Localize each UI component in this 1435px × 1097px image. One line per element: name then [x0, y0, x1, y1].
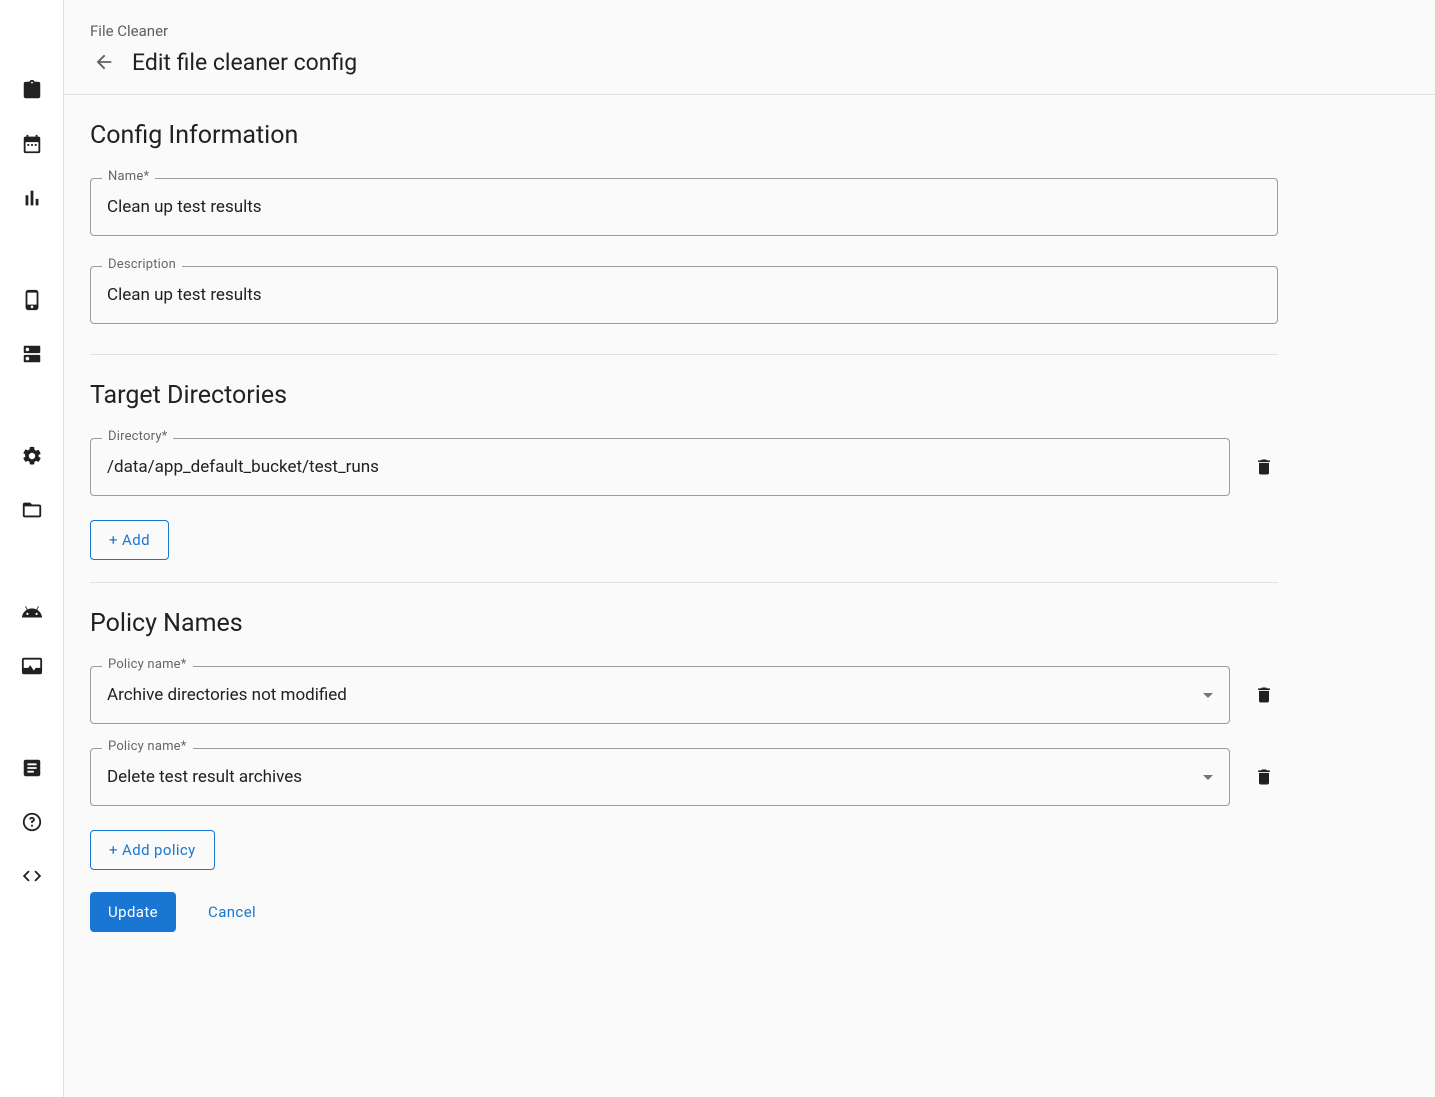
- phone-icon[interactable]: [12, 280, 52, 320]
- policy-field: Policy name* Archive directories not mod…: [90, 666, 1230, 724]
- page-title: Edit file cleaner config: [132, 49, 357, 76]
- delete-directory-icon[interactable]: [1250, 453, 1278, 481]
- monitor-heart-icon[interactable]: [12, 646, 52, 686]
- directory-field: Directory*: [90, 438, 1230, 496]
- gear-icon[interactable]: [12, 436, 52, 476]
- section-policy-names-title: Policy Names: [90, 609, 1278, 638]
- calendar-icon[interactable]: [12, 124, 52, 164]
- divider: [90, 354, 1278, 355]
- note-icon[interactable]: [12, 748, 52, 788]
- dns-icon[interactable]: [12, 334, 52, 374]
- divider: [90, 582, 1278, 583]
- chevron-down-icon: [1203, 693, 1213, 698]
- update-button[interactable]: Update: [90, 892, 176, 932]
- directory-row: Directory*: [90, 438, 1278, 496]
- policy-select[interactable]: Archive directories not modified: [90, 666, 1230, 724]
- android-icon[interactable]: [12, 592, 52, 632]
- breadcrumb: File Cleaner: [90, 22, 1409, 40]
- policy-select[interactable]: Delete test result archives: [90, 748, 1230, 806]
- help-icon[interactable]: [12, 802, 52, 842]
- delete-policy-icon[interactable]: [1250, 763, 1278, 791]
- policy-row: Policy name* Delete test result archives: [90, 748, 1278, 806]
- section-config-info-title: Config Information: [90, 121, 1278, 150]
- clipboard-icon[interactable]: [12, 70, 52, 110]
- policy-select-value: Delete test result archives: [107, 767, 302, 787]
- policy-label: Policy name*: [102, 657, 193, 672]
- chevron-down-icon: [1203, 775, 1213, 780]
- code-icon[interactable]: [12, 856, 52, 896]
- add-policy-button[interactable]: + Add policy: [90, 830, 215, 870]
- cancel-button[interactable]: Cancel: [190, 892, 274, 932]
- page-header: File Cleaner Edit file cleaner config: [64, 0, 1435, 95]
- policy-label: Policy name*: [102, 739, 193, 754]
- description-field: Description: [90, 266, 1278, 324]
- back-arrow-icon[interactable]: [90, 48, 118, 76]
- name-input[interactable]: [90, 178, 1278, 236]
- directory-label: Directory*: [102, 429, 173, 444]
- policy-field: Policy name* Delete test result archives: [90, 748, 1230, 806]
- name-field: Name*: [90, 178, 1278, 236]
- description-input[interactable]: [90, 266, 1278, 324]
- sidebar: [0, 0, 64, 1097]
- folder-icon[interactable]: [12, 490, 52, 530]
- add-directory-button[interactable]: + Add: [90, 520, 169, 560]
- directory-input[interactable]: [90, 438, 1230, 496]
- policy-select-value: Archive directories not modified: [107, 685, 347, 705]
- delete-policy-icon[interactable]: [1250, 681, 1278, 709]
- description-label: Description: [102, 257, 182, 272]
- policy-row: Policy name* Archive directories not mod…: [90, 666, 1278, 724]
- name-label: Name*: [102, 169, 155, 184]
- form-actions: Update Cancel: [90, 892, 1278, 932]
- main-content: File Cleaner Edit file cleaner config Co…: [64, 0, 1435, 1097]
- section-target-dirs-title: Target Directories: [90, 381, 1278, 410]
- bar-chart-icon[interactable]: [12, 178, 52, 218]
